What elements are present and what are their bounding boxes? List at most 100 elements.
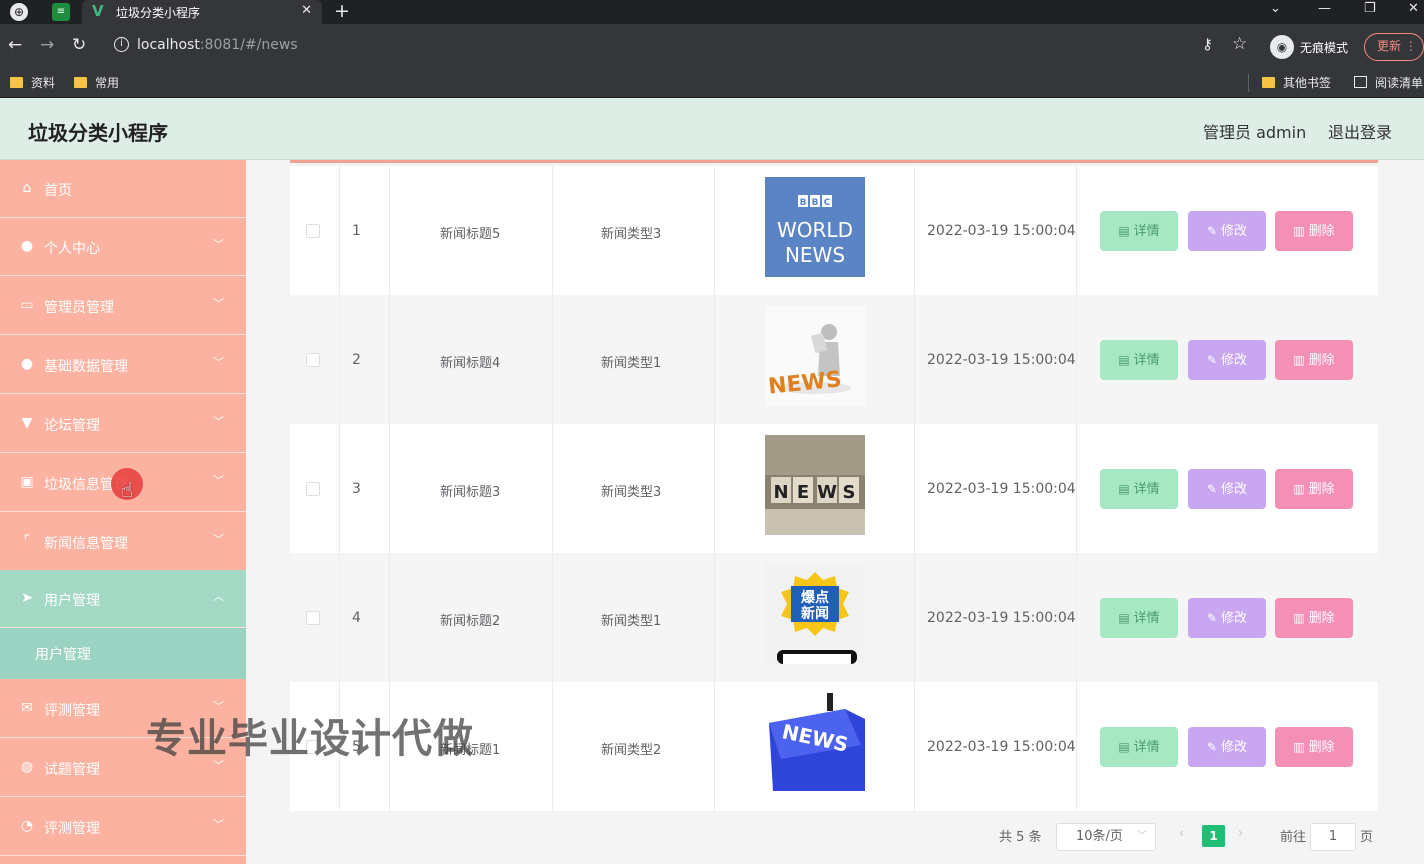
chevron-down-icon: ﹀ [1137,831,1147,842]
close-icon[interactable]: ✕ [301,3,312,18]
detail-button[interactable]: ▤ 详情 [1100,727,1178,767]
delete-button[interactable]: ▥ 删除 [1275,727,1353,767]
detail-button[interactable]: ▤ 详情 [1100,340,1178,380]
news-date: 2022-03-19 15:00:04 [927,481,1076,497]
row-index: 1 [352,223,361,239]
bookmark-folder[interactable]: 资料 [10,74,55,91]
delete-button[interactable]: ▥ 删除 [1275,469,1353,509]
sidebar-item-label: 用户管理 [44,593,100,609]
logout-link[interactable]: 退出登录 [1328,119,1392,143]
folder-icon [1262,77,1275,88]
edit-button[interactable]: ✎ 修改 [1188,727,1266,767]
chevron-down-icon[interactable]: ⌄ [1270,1,1281,16]
sidebar-item-base-data[interactable]: ● 基础数据管理 ﹀ [0,336,246,394]
sidebar-item-news[interactable]: ⌜ 新闻信息管理 ﹀ [0,513,246,571]
new-tab-icon[interactable]: + [334,0,350,22]
restore-icon[interactable]: ❐ [1364,1,1376,16]
bookmark-folder[interactable]: 常用 [74,74,119,91]
forward-icon[interactable]: → [40,35,54,55]
window-close-icon[interactable]: ✕ [1408,1,1419,16]
svg-text:S: S [843,482,856,503]
edit-button[interactable]: ✎ 修改 [1188,469,1266,509]
sheet-tab-icon[interactable]: ≡ [52,3,70,21]
info-icon[interactable]: i [114,37,129,52]
current-page[interactable]: 1 [1202,825,1225,847]
sidebar-item-home[interactable]: ⌂ 首页 [0,160,246,218]
sidebar-item-label: 管理员管理 [44,300,114,316]
next-page-icon[interactable]: › [1238,826,1243,841]
trash-icon: ▥ [1293,482,1305,496]
row-checkbox[interactable] [306,611,320,625]
sidebar-item-profile[interactable]: ● 个人中心 ﹀ [0,218,246,276]
news-type: 新闻类型2 [601,743,662,758]
update-button[interactable]: 更新 ⋮ [1364,33,1424,61]
admin-label: 管理员 admin [1203,123,1307,142]
pin-icon: ▼ [21,415,33,431]
goto-page-input[interactable]: 1 [1310,823,1356,851]
sidebar-item-label: 评测管理 [44,703,100,719]
sidebar-item-label: 试题管理 [44,762,100,778]
sidebar-item-evaluation-2[interactable]: ◔ 评测管理 ﹀ [0,798,246,856]
chevron-up-icon: ︿ [213,590,224,603]
sidebar-item-forum[interactable]: ▼ 论坛管理 ﹀ [0,395,246,453]
star-icon[interactable]: ☆ [1232,34,1247,54]
trash-icon: ▥ [1293,611,1305,625]
prev-page-icon[interactable]: ‹ [1179,826,1184,841]
row-checkbox[interactable] [306,224,320,238]
pager-total: 共 5 条 [999,830,1042,845]
reading-list-icon [1354,76,1367,88]
news-thumbnail: 爆点 新闻 [765,564,865,664]
reload-icon[interactable]: ↻ [72,35,86,55]
globe-icon[interactable]: ⊕ [10,3,28,21]
vue-logo-icon: V [92,2,104,20]
detail-button[interactable]: ▤ 详情 [1100,598,1178,638]
table-row: 1 新闻标题5 新闻类型3 B B C WORLD NEWS 2022-03-1… [290,166,1378,295]
svg-text:B: B [800,198,807,208]
incognito-icon[interactable]: ◉ [1270,35,1294,59]
row-index: 4 [352,610,361,626]
svg-text:新闻: 新闻 [801,605,829,622]
detail-button[interactable]: ▤ 详情 [1100,211,1178,251]
delete-button[interactable]: ▥ 删除 [1275,598,1353,638]
svg-text:NEWS: NEWS [785,243,845,267]
svg-text:WORLD: WORLD [777,218,853,242]
edit-button[interactable]: ✎ 修改 [1188,211,1266,251]
hand-cursor-icon: ☝ [121,478,134,502]
row-checkbox[interactable] [306,482,320,496]
sidebar-item-admins[interactable]: ▭ 管理员管理 ﹀ [0,277,246,335]
delete-button[interactable]: ▥ 删除 [1275,340,1353,380]
back-icon[interactable]: ← [8,35,22,55]
news-date: 2022-03-19 15:00:04 [927,610,1076,626]
trash-icon: ▥ [1293,224,1305,238]
row-checkbox[interactable] [306,353,320,367]
news-thumbnail: N E W S [765,435,865,535]
folder-icon [10,77,23,88]
key-icon[interactable]: ⚷ [1202,35,1213,53]
sidebar-subitem-users[interactable]: 用户管理 [0,628,246,679]
document-icon: ▤ [1118,482,1130,496]
document-icon: ▤ [1118,740,1130,754]
sidebar-item-label: 个人中心 [44,241,100,257]
detail-button[interactable]: ▤ 详情 [1100,469,1178,509]
svg-text:E: E [797,482,809,503]
edit-icon: ✎ [1206,224,1218,238]
news-thumbnail: B B C WORLD NEWS [765,177,865,277]
minimize-icon[interactable]: — [1318,1,1331,16]
news-date: 2022-03-19 15:00:04 [927,739,1076,755]
news-date: 2022-03-19 15:00:04 [927,352,1076,368]
page-size-select[interactable]: 10条/页 ﹀ [1056,823,1156,851]
browser-tab[interactable]: V 垃圾分类小程序 ✕ [82,0,322,24]
sidebar-item-users[interactable]: ➤ 用户管理 ︿ [0,570,246,628]
delete-button[interactable]: ▥ 删除 [1275,211,1353,251]
bookmarks-bar: 资料 常用 其他书签 阅读清单 [0,68,1424,98]
table-row: 3 新闻标题3 新闻类型3 N E W S 2022-03-19 15:00:0… [290,424,1378,553]
home-icon: ⌂ [22,180,32,196]
svg-text:爆点: 爆点 [801,589,829,606]
bookmark-folder[interactable]: 其他书签 [1262,74,1331,91]
edit-button[interactable]: ✎ 修改 [1188,598,1266,638]
url-field[interactable]: i localhost:8081/#/news ⚷ ☆ [108,31,1258,61]
news-thumbnail: NEWS [765,306,865,406]
edit-button[interactable]: ✎ 修改 [1188,340,1266,380]
reading-list[interactable]: 阅读清单 [1354,74,1423,91]
news-title: 新闻标题2 [440,614,501,629]
